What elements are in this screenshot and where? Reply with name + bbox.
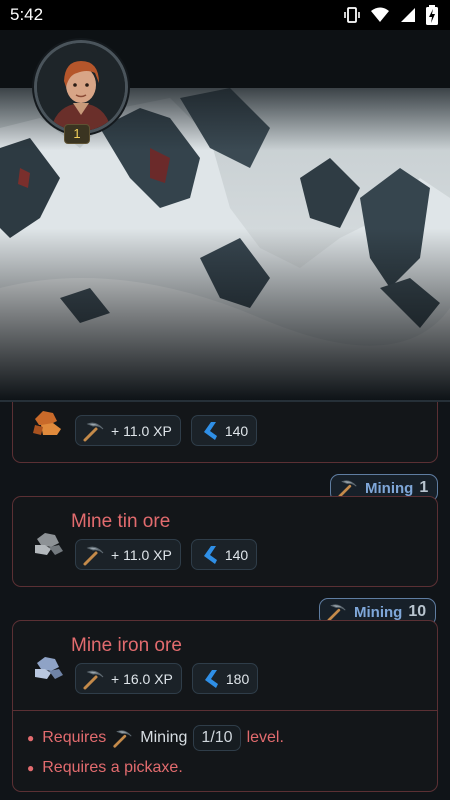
pickaxe-icon [83,546,104,565]
gold-reward-pill: 180 [191,663,259,694]
boot-icon [203,545,217,564]
pickaxe-icon [113,730,132,748]
gold-value: 140 [224,422,249,439]
status-icons [343,5,438,25]
gold-reward-pill: 140 [190,539,258,570]
action-card-iron[interactable]: Mine iron ore + 16.0 XP 180 ● Requires M… [12,620,438,792]
gold-value: 140 [224,546,249,563]
xp-value: + 11.0 XP [111,546,172,563]
gold-reward-pill: 140 [190,415,258,446]
action-title: Mine tin ore [71,511,171,532]
tin-ore-icon [35,533,63,555]
requirement-line-tool: ● Requires a pickaxe. [27,759,183,777]
requirement-skill: Mining [354,603,403,621]
reward-row: + 11.0 XP 140 [75,539,258,570]
bullet: ● [27,761,35,775]
requirement-skill-name: Mining [140,729,188,746]
vibrate-icon [344,7,360,23]
xp-reward-pill: + 11.0 XP [75,415,181,446]
requirement-skill: Mining [365,479,414,497]
action-title: Mine iron ore [71,635,182,656]
pickaxe-icon [83,670,104,689]
requirement-tool-text: Requires a pickaxe. [42,759,183,776]
action-card-copper[interactable]: + 11.0 XP 140 [12,402,438,463]
boot-icon [203,421,217,440]
status-time: 5:42 [10,5,44,24]
gold-value: 180 [225,670,250,687]
boot-icon [204,669,218,688]
signal-icon [401,8,415,22]
requirement-line-level: ● Requires Mining 1/10 level. [27,725,284,751]
pickaxe-icon [83,422,104,441]
mining-action-list[interactable]: + 11.0 XP 140 Mining 1 Mine tin ore + 11… [0,402,450,800]
xp-reward-pill: + 16.0 XP [75,663,182,694]
reward-row: + 16.0 XP 180 [75,663,259,694]
action-card-tin[interactable]: Mine tin ore + 11.0 XP 140 [12,496,438,587]
character-portrait-icon [37,43,125,131]
requirement-prefix: Requires [42,729,107,746]
status-bar: 5:42 [0,0,450,30]
requirement-level: 1 [419,479,429,496]
player-avatar[interactable] [34,40,128,134]
reward-row: + 11.0 XP 140 [75,415,258,446]
xp-reward-pill: + 11.0 XP [75,539,181,570]
copper-ore-icon [33,411,61,435]
bullet: ● [27,731,35,745]
requirement-level: 10 [408,603,427,620]
iron-ore-icon [35,657,63,679]
xp-value: + 16.0 XP [111,670,173,687]
player-level-badge: 1 [64,124,90,144]
unmet-requirements: ● Requires Mining 1/10 level. ● Requires… [13,710,437,792]
battery-charging-icon [426,5,438,25]
xp-value: + 11.0 XP [111,422,172,439]
wifi-icon [371,7,389,22]
level-progress-badge: 1/10 [193,725,241,751]
requirement-suffix: level. [246,729,284,746]
